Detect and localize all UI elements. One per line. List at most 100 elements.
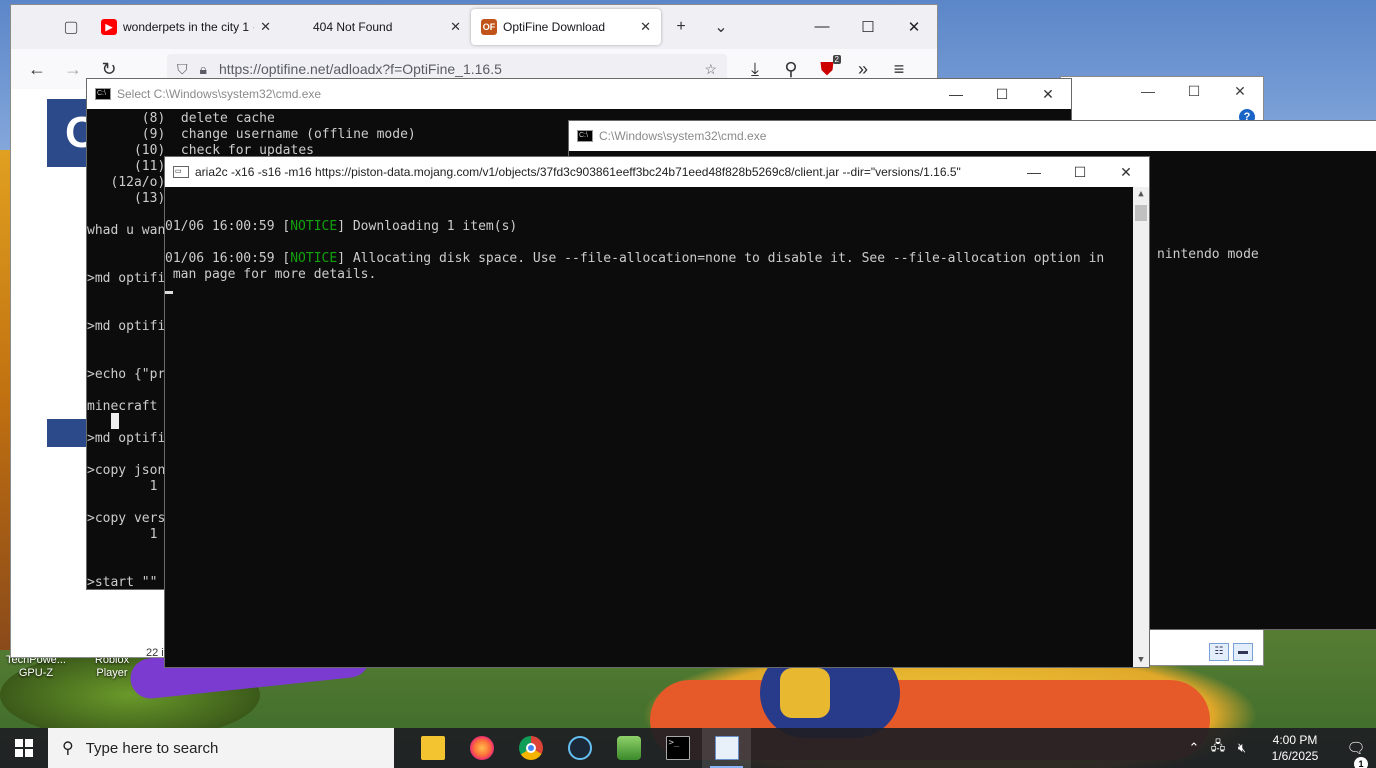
cmd-icon: C:\ xyxy=(95,88,111,100)
log-line: 01/06 16:00:59 [NOTICE] Allocating disk … xyxy=(165,251,1133,267)
details-view-icon[interactable]: ☷ xyxy=(1209,643,1229,661)
close-icon[interactable]: ✕ xyxy=(260,19,271,35)
tab-overview-icon[interactable]: ▢ xyxy=(51,12,91,42)
file-explorer-icon xyxy=(420,736,445,760)
tab-optifine[interactable]: OF OptiFine Download ✕ xyxy=(471,9,661,45)
sheet-icon xyxy=(714,736,739,760)
cmd-icon: >_ xyxy=(665,736,690,760)
start-button[interactable] xyxy=(0,728,48,768)
tab-label: OptiFine Download xyxy=(503,20,606,34)
minimize-icon[interactable]: — xyxy=(1011,164,1057,181)
clock-date: 1/6/2025 xyxy=(1271,749,1319,763)
system-tray: ⌃ 🖧︎ 🔇︎ 4:00 PM 1/6/2025 🗨︎ 1 xyxy=(1182,728,1376,768)
maximize-icon[interactable]: ☐ xyxy=(845,18,891,36)
close-icon[interactable]: ✕ xyxy=(1025,86,1071,103)
taskbar-app-sheet[interactable] xyxy=(702,728,751,768)
close-icon[interactable]: ✕ xyxy=(1217,83,1263,100)
tab-list-button[interactable]: ⌄ xyxy=(701,17,741,37)
cmd-title: Select C:\Windows\system32\cmd.exe xyxy=(117,87,322,101)
text-cursor xyxy=(111,413,119,429)
taskbar-app-game[interactable] xyxy=(604,728,653,768)
windows-icon xyxy=(15,739,33,757)
taskbar-app-steam[interactable] xyxy=(555,728,604,768)
extension-badge: 2 xyxy=(832,54,841,64)
notification-icon: 🗨︎ xyxy=(1346,740,1366,757)
taskbar-search[interactable]: ⚲ Type here to search xyxy=(48,728,394,768)
large-icons-view-icon[interactable]: ▬ xyxy=(1233,643,1253,661)
scroll-up-icon[interactable]: ▲ xyxy=(1133,189,1149,199)
minimize-icon[interactable]: — xyxy=(799,18,845,36)
notification-button[interactable]: 🗨︎ 1 xyxy=(1336,739,1376,768)
taskbar-app-firefox[interactable] xyxy=(457,728,506,768)
steam-icon xyxy=(567,736,592,760)
search-placeholder: Type here to search xyxy=(85,739,219,757)
cmd-titlebar[interactable]: ▭ aria2c -x16 -s16 -m16 https://piston-d… xyxy=(165,157,1149,187)
firefox-icon xyxy=(469,736,494,760)
window-controls: — ☐ ✕ xyxy=(799,18,937,36)
page-count: 22 i xyxy=(146,647,164,659)
clock-time: 4:00 PM xyxy=(1272,733,1318,747)
cmd-window-aria2c: ▭ aria2c -x16 -s16 -m16 https://piston-d… xyxy=(164,156,1150,668)
search-icon: ⚲ xyxy=(62,740,74,757)
new-tab-button[interactable]: + xyxy=(661,18,701,36)
cmd-icon: C:\ xyxy=(577,130,593,142)
wallpaper-shape xyxy=(780,668,830,718)
chevron-up-icon[interactable]: ⌃ xyxy=(1182,740,1206,756)
ublock-icon[interactable]: ⛊ 2 xyxy=(809,54,845,80)
taskbar-app-chrome[interactable] xyxy=(506,728,555,768)
volume-muted-icon[interactable]: 🔇︎ xyxy=(1230,740,1254,756)
log-message: ] Downloading 1 item(s) xyxy=(337,219,518,234)
taskbar-apps: >_ xyxy=(408,728,751,768)
log-prefix: 01/06 16:00:59 [ xyxy=(165,251,291,266)
scroll-thumb[interactable] xyxy=(1135,205,1147,221)
taskbar-app-explorer[interactable] xyxy=(408,728,457,768)
lock-icon[interactable]: 🔒︎ xyxy=(200,61,207,78)
close-icon[interactable]: ✕ xyxy=(450,19,461,35)
minimize-icon[interactable]: — xyxy=(1125,83,1171,99)
close-icon[interactable]: ✕ xyxy=(640,19,651,35)
optifine-icon: OF xyxy=(481,19,497,35)
scroll-down-icon[interactable]: ▼ xyxy=(1133,655,1149,665)
maximize-icon[interactable]: ☐ xyxy=(979,86,1025,103)
overflow-icon[interactable]: » xyxy=(845,59,881,80)
window-controls: — ☐ ✕ xyxy=(933,86,1071,103)
close-icon[interactable]: ✕ xyxy=(1103,164,1149,181)
cmd-titlebar[interactable]: C:\ C:\Windows\system32\cmd.exe xyxy=(569,121,1376,151)
youtube-icon: ▶ xyxy=(101,19,117,35)
close-icon[interactable]: ✕ xyxy=(891,18,937,36)
log-line: 01/06 16:00:59 [NOTICE] Downloading 1 it… xyxy=(165,219,1133,235)
star-icon[interactable]: ☆ xyxy=(704,61,717,78)
desktop-icon-label: GPU-Z xyxy=(18,667,54,679)
log-level: NOTICE xyxy=(290,251,338,266)
taskbar: ⚲ Type here to search >_ ⌃ 🖧︎ 🔇︎ 4:00 PM… xyxy=(0,728,1376,768)
aria2c-icon: ▭ xyxy=(173,166,189,178)
log-prefix: 01/06 16:00:59 [ xyxy=(165,219,291,234)
cmd-output-text: nintendo mode xyxy=(1157,247,1259,262)
maximize-icon[interactable]: ☐ xyxy=(1171,83,1217,100)
network-icon[interactable]: 🖧︎ xyxy=(1206,737,1230,759)
download-icon[interactable]: ⤓ xyxy=(737,59,773,80)
minimize-icon[interactable]: — xyxy=(933,86,979,103)
maximize-icon[interactable]: ☐ xyxy=(1057,164,1103,181)
log-level: NOTICE xyxy=(290,219,338,234)
scrollbar[interactable]: ▲ ▼ xyxy=(1133,187,1149,667)
desktop-icon-label: Player xyxy=(96,667,128,679)
cmd-output[interactable]: 01/06 16:00:59 [NOTICE] Downloading 1 it… xyxy=(165,187,1133,667)
window-controls: — ☐ ✕ xyxy=(1011,164,1149,181)
clock[interactable]: 4:00 PM 1/6/2025 xyxy=(1254,732,1336,764)
tab-wonderpets[interactable]: ▶ wonderpets in the city 1 · ✕ xyxy=(91,9,281,45)
text-cursor xyxy=(165,291,173,294)
extensions-icon[interactable]: ⚲ xyxy=(773,59,809,80)
reload-icon[interactable]: ↻ xyxy=(91,59,127,80)
tab-404[interactable]: 404 Not Found ✕ xyxy=(281,9,471,45)
tab-label: wonderpets in the city 1 · xyxy=(123,20,255,34)
cmd-titlebar[interactable]: C:\ Select C:\Windows\system32\cmd.exe —… xyxy=(87,79,1071,109)
back-icon[interactable]: ← xyxy=(19,59,55,80)
view-toggle: ☷ ▬ xyxy=(1209,643,1253,661)
shield-icon[interactable]: ⛉ xyxy=(177,61,188,78)
window-controls: — ☐ ✕ xyxy=(1061,77,1263,105)
menu-icon[interactable]: ≡ xyxy=(881,59,917,80)
log-line: man page for more details. xyxy=(165,267,1133,283)
taskbar-app-cmd[interactable]: >_ xyxy=(653,728,702,768)
forward-icon[interactable]: → xyxy=(55,59,91,80)
